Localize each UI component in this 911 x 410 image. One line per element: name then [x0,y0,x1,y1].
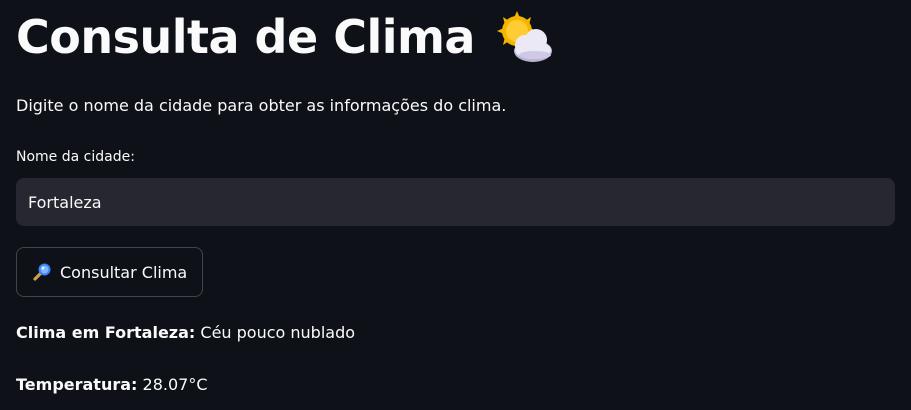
instructions-text: Digite o nome da cidade para obter as in… [16,96,507,115]
weather-condition-line: Clima em Fortaleza: Céu pouco nublado [16,321,355,345]
weather-condition-value: Céu pouco nublado [200,323,356,342]
temperature-line: Temperatura: 28.07°C [16,373,208,397]
city-input[interactable] [16,178,895,226]
temperature-label: Temperatura: [16,375,138,394]
sun-behind-cloud-icon [496,11,552,62]
consult-weather-button-label: Consultar Clima [60,262,188,282]
magnifying-glass-icon [33,263,51,281]
page-title-text: Consulta de Clima [16,10,475,64]
consult-weather-button[interactable]: Consultar Clima [16,247,204,297]
weather-condition-label: Clima em Fortaleza: [16,323,196,342]
temperature-value: 28.07°C [142,375,208,394]
page-title: Consulta de Clima [16,4,555,70]
city-field-label: Nome da cidade: [16,149,135,165]
weather-app: Consulta de Clima Digite o nome da cidad… [0,0,911,410]
